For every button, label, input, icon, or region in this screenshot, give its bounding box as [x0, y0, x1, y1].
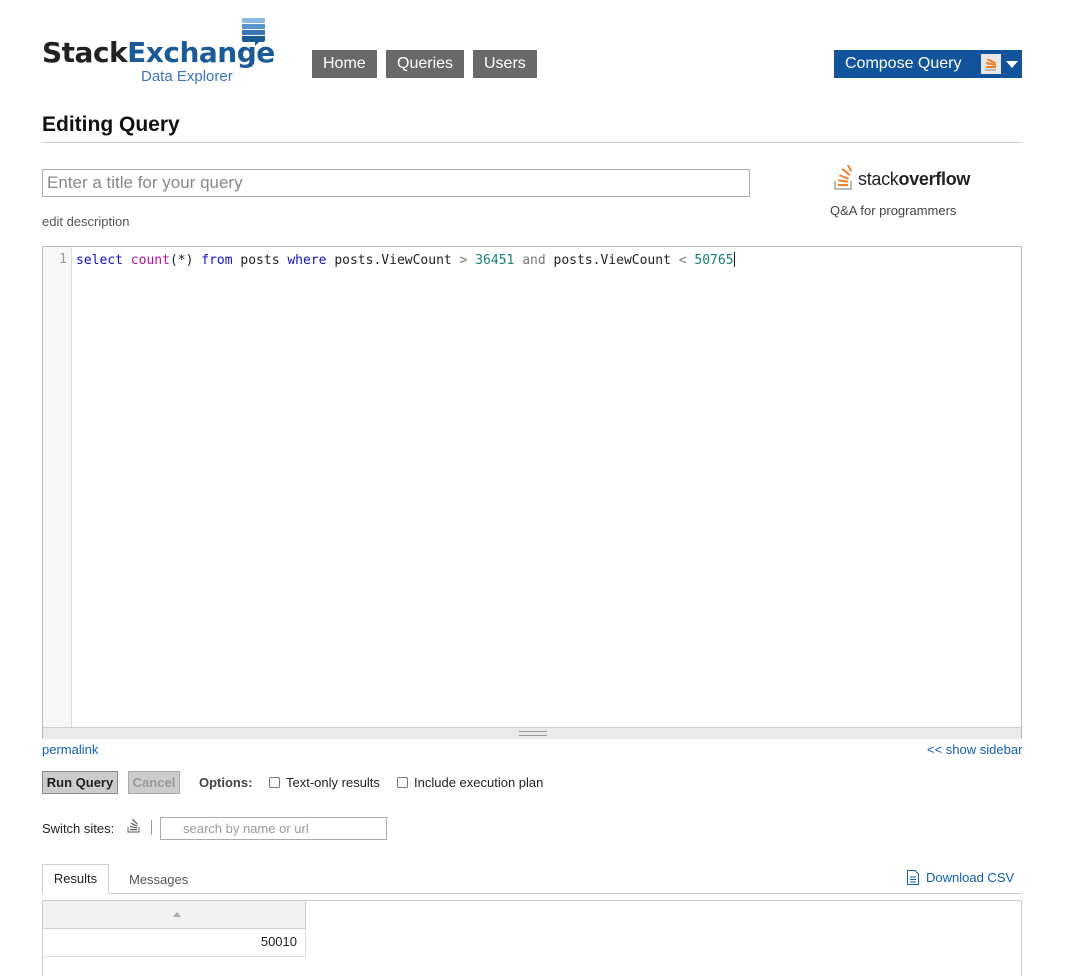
tab-results[interactable]: Results [42, 864, 109, 894]
code-token: count [130, 253, 170, 268]
sql-editor[interactable] [42, 246, 1022, 739]
site-search-input[interactable] [160, 817, 387, 840]
execution-plan-checkbox[interactable] [397, 777, 408, 788]
code-token: and [522, 253, 546, 268]
show-sidebar-link[interactable]: << show sidebar [927, 742, 1022, 757]
logo-subtitle: Data Explorer [141, 68, 233, 85]
code-token: > [459, 253, 468, 268]
edit-description-link[interactable]: edit description [42, 214, 129, 229]
compose-query-button[interactable]: Compose Query [834, 50, 1022, 78]
tab-messages[interactable]: Messages [129, 872, 188, 887]
page-title: Editing Query [42, 113, 180, 136]
code-token: where [287, 253, 327, 268]
code-token: < [678, 253, 687, 268]
site-name[interactable]: stackoverflow [858, 169, 970, 190]
grip-icon [519, 731, 547, 736]
site-tagline: Q&A for programmers [830, 203, 957, 218]
stackoverflow-icon [985, 58, 997, 71]
divider [42, 142, 1022, 143]
code-token: select [76, 253, 123, 268]
site-name-light: stack [858, 169, 899, 189]
chevron-down-icon[interactable] [1006, 61, 1018, 68]
stackexchange-icon [242, 18, 265, 46]
query-title-input[interactable] [42, 169, 750, 197]
editor-gutter [43, 247, 72, 727]
text-only-checkbox[interactable] [269, 777, 280, 788]
table-cell[interactable]: 50010 [43, 929, 306, 957]
code-token: 36451 [475, 253, 515, 268]
execution-plan-label[interactable]: Include execution plan [414, 775, 543, 790]
nav-home[interactable]: Home [312, 50, 377, 78]
stackexchange-logo[interactable]: StackExchange [42, 36, 275, 69]
code-token: posts [240, 253, 280, 268]
nav-users[interactable]: Users [473, 50, 537, 78]
editor-resize-handle[interactable] [43, 727, 1021, 739]
separator [151, 820, 152, 835]
switch-sites-label: Switch sites: [42, 821, 115, 836]
site-name-bold: overflow [898, 169, 971, 189]
logo-text-stack: Stack [42, 36, 128, 69]
sql-code-line[interactable]: select count(*) from posts where posts.V… [76, 252, 735, 268]
compose-query-label: Compose Query [845, 55, 962, 72]
site-selector-icon[interactable] [981, 54, 1001, 74]
cancel-button[interactable]: Cancel [128, 771, 180, 794]
run-query-button[interactable]: Run Query [42, 771, 118, 794]
tabs-divider [42, 893, 1022, 894]
code-token: from [201, 253, 233, 268]
text-cursor [733, 252, 735, 267]
sort-up-icon [173, 912, 181, 917]
document-icon[interactable] [907, 870, 919, 885]
permalink-link[interactable]: permalink [42, 742, 98, 757]
code-token: 50765 [694, 253, 734, 268]
options-label: Options: [199, 775, 253, 790]
text-only-label[interactable]: Text-only results [286, 775, 380, 790]
code-token: posts.ViewCount [334, 253, 452, 268]
stackoverflow-logo-icon [834, 165, 853, 190]
download-csv-link[interactable]: Download CSV [926, 870, 1014, 885]
code-token: (*) [169, 253, 194, 268]
code-token: posts.ViewCount [553, 253, 671, 268]
stackoverflow-icon[interactable] [127, 817, 141, 833]
line-number: 1 [59, 252, 67, 267]
nav-queries[interactable]: Queries [386, 50, 465, 78]
